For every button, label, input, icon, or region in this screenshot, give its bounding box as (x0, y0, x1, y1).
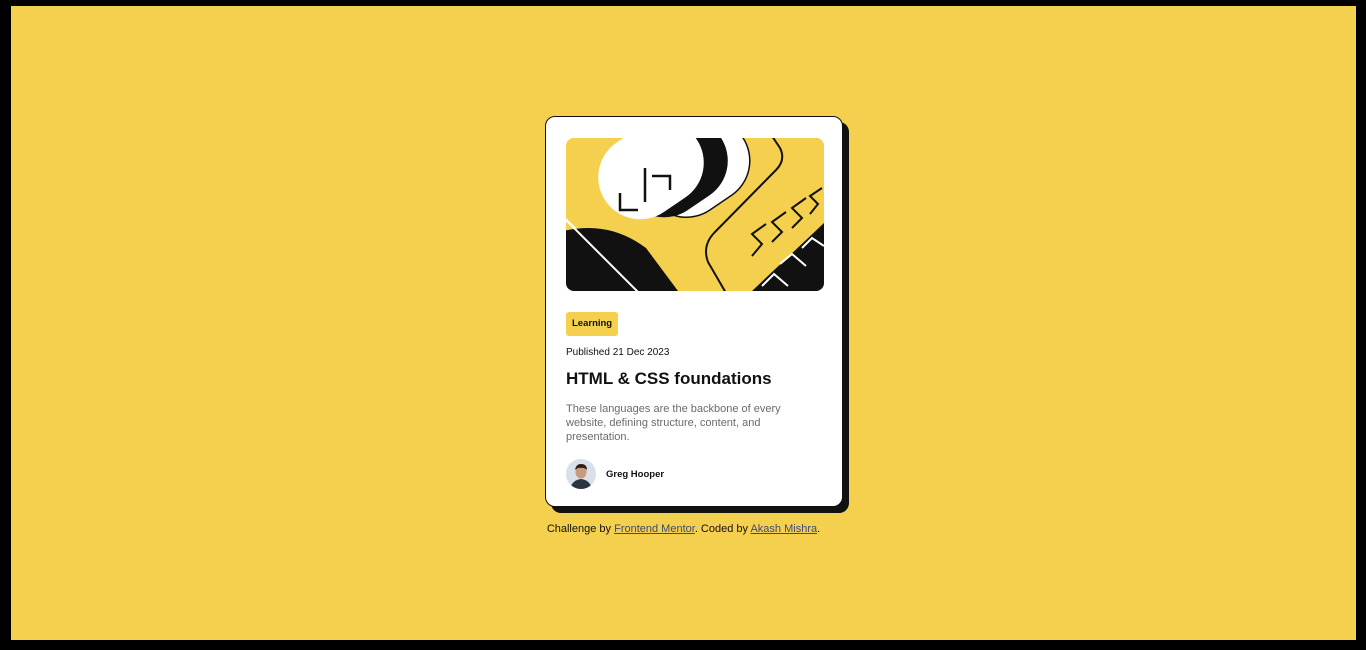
frontend-mentor-link[interactable]: Frontend Mentor (614, 523, 695, 535)
blog-preview-card: Learning Published 21 Dec 2023 HTML & CS… (545, 116, 843, 507)
attribution-prefix: Challenge by (546, 523, 615, 535)
avatar-icon (566, 459, 596, 489)
author-link[interactable]: Akash Mishra (750, 523, 817, 535)
author: Greg Hooper (566, 459, 664, 489)
card-title[interactable]: HTML & CSS foundations (566, 369, 772, 389)
page-background: Learning Published 21 Dec 2023 HTML & CS… (11, 6, 1356, 640)
card-description: These languages are the backbone of ever… (566, 403, 781, 443)
attribution: Challenge by Frontend Mentor. Coded by A… (11, 523, 1356, 535)
published-date: Published 21 Dec 2023 (566, 347, 670, 358)
html-css-illustration-icon (566, 138, 824, 291)
avatar (566, 459, 596, 489)
category-tag[interactable]: Learning (566, 312, 619, 336)
attribution-middle: . Coded by (694, 523, 751, 535)
attribution-suffix: . (817, 523, 821, 535)
author-name: Greg Hooper (606, 468, 665, 480)
